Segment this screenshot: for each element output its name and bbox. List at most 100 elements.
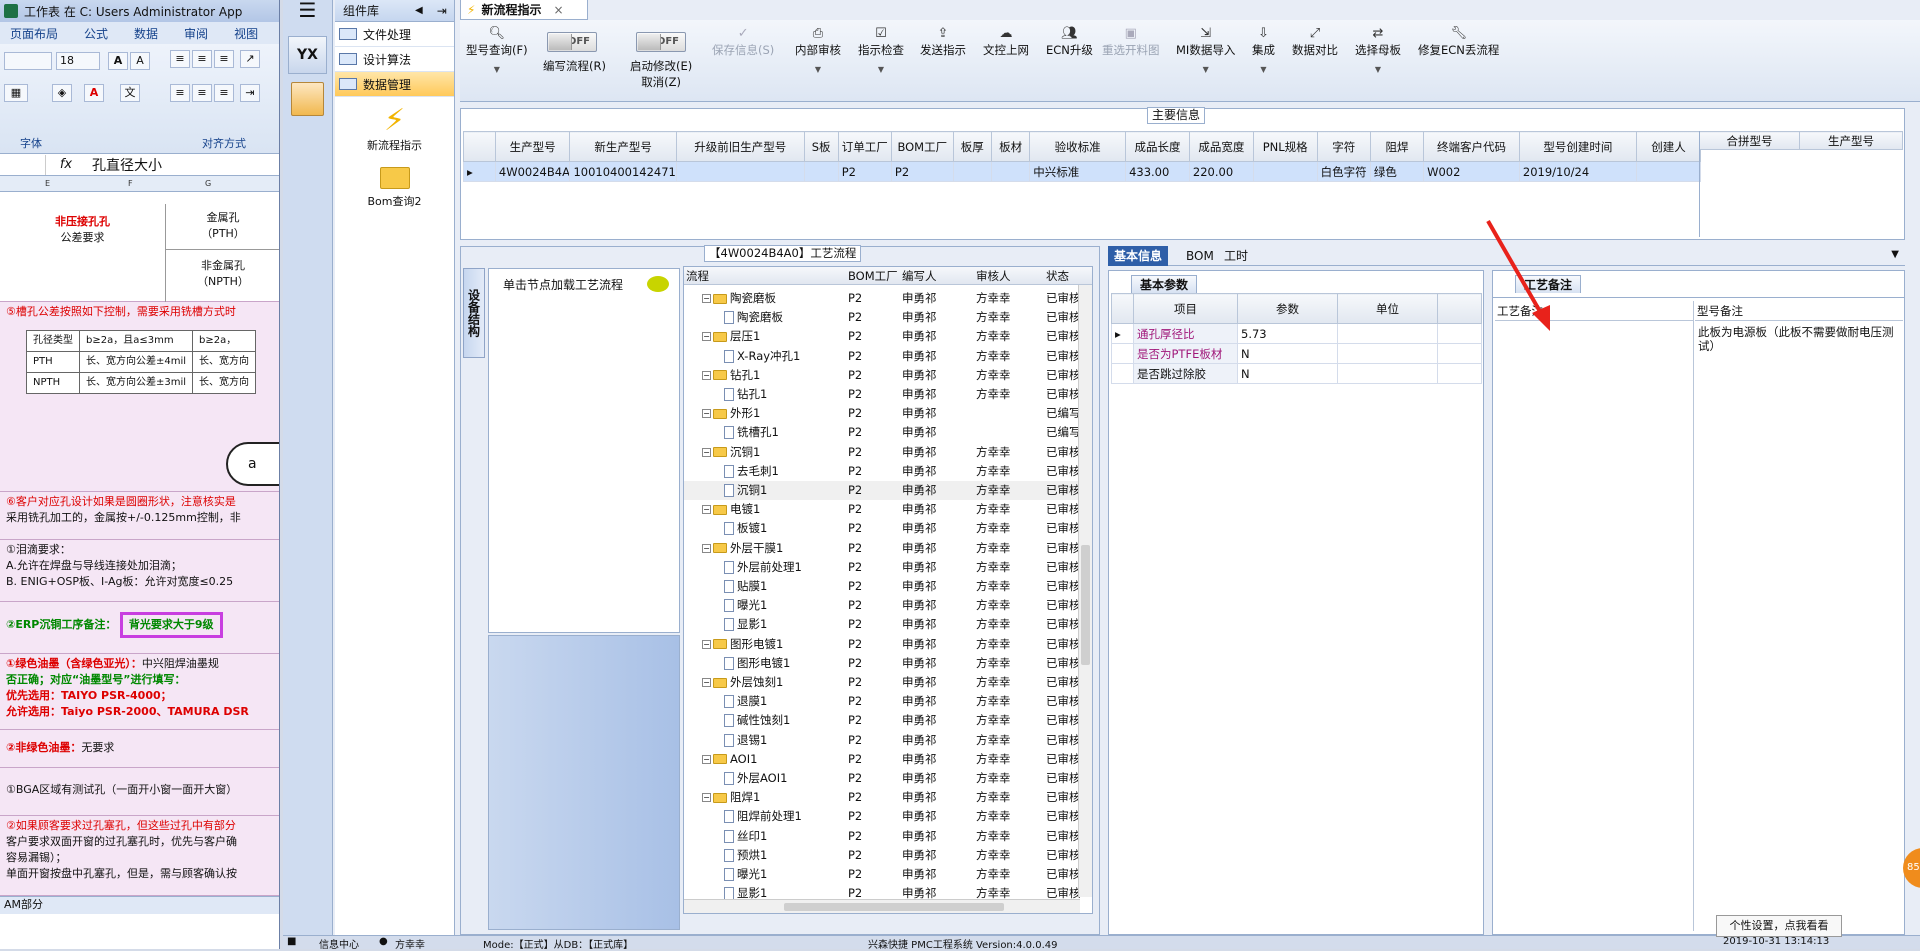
name-box[interactable] (0, 154, 46, 175)
align-left-icon[interactable]: ≡ (170, 84, 190, 102)
fix-ecn-button[interactable]: 🔧︎ 修复ECN丢流程 (1418, 26, 1499, 58)
main-cell-6[interactable] (952, 161, 992, 182)
tree-row[interactable]: 去毛刺1 P2 申勇祁 方幸幸 已审核 (684, 462, 1092, 481)
main-cell-1[interactable]: 10010400142471 (569, 161, 677, 182)
tree-row[interactable]: 曝光1 P2 申勇祁 方幸幸 已审核 (684, 596, 1092, 615)
param-col-value[interactable]: 参数 (1237, 293, 1338, 324)
merge-col-1[interactable]: 生产型号 (1799, 131, 1903, 150)
main-cell-8[interactable]: 中兴标准 (1029, 161, 1127, 182)
fx-icon[interactable]: fx (46, 157, 86, 172)
tree-node[interactable]: − 图形电镀1 (702, 635, 842, 654)
main-cell-11[interactable] (1252, 161, 1318, 182)
collapse-icon[interactable]: − (702, 639, 711, 649)
param-row[interactable]: ▸ 通孔厚径比 5.73 (1111, 323, 1482, 344)
param-col-unit[interactable]: 单位 (1337, 293, 1438, 324)
main-col-16[interactable]: 创建人 (1635, 131, 1702, 162)
align-bottom-icon[interactable]: ≡ (214, 50, 234, 68)
collapse-icon[interactable]: − (702, 678, 711, 687)
tree-row[interactable]: 铣槽孔1 P2 申勇祁 已编写 (684, 423, 1092, 442)
tree-row[interactable]: − 沉铜1 P2 申勇祁 方幸幸 已审核 (684, 443, 1092, 462)
tab-bom[interactable]: BOM (1180, 246, 1220, 266)
main-cell-5[interactable]: P2 (890, 161, 954, 182)
collapse-icon[interactable]: − (702, 294, 711, 303)
main-cell-12[interactable]: 白色字符 (1316, 161, 1371, 182)
main-col-13[interactable]: 阻焊 (1369, 131, 1425, 162)
tree-col-writer[interactable]: 编写人 (902, 268, 937, 284)
main-col-4[interactable]: 订单工厂 (837, 131, 892, 162)
status-info-icon[interactable]: ■ (287, 936, 296, 947)
tree-hscroll-thumb[interactable] (784, 903, 1004, 911)
main-col-2[interactable]: 升级前旧生产型号 (675, 131, 805, 162)
tree-row[interactable]: − 外层干膜1 P2 申勇祁 方幸幸 已审核 (684, 539, 1092, 558)
tree-col-status[interactable]: 状态 (1046, 268, 1069, 284)
tree-row[interactable]: 钻孔1 P2 申勇祁 方幸幸 已审核 (684, 385, 1092, 404)
tree-row[interactable]: 外层前处理1 P2 申勇祁 方幸幸 已审核 (684, 558, 1092, 577)
save-info-button[interactable]: ✓ 保存信息(S) (712, 26, 774, 58)
tree-node[interactable]: − 阻焊1 (702, 788, 842, 807)
main-cell-3[interactable] (803, 161, 839, 182)
tree-row[interactable]: 沉铜1 P2 申勇祁 方幸幸 已审核 (684, 481, 1092, 500)
tree-row[interactable]: − 层压1 P2 申勇祁 方幸幸 已审核 (684, 327, 1092, 346)
tree-node[interactable]: − 外形1 (702, 404, 842, 423)
param-row[interactable]: 是否跳过除胶 N (1111, 363, 1482, 384)
tree-col-flow[interactable]: 流程 (686, 268, 709, 284)
border-icon[interactable]: ▦ (4, 84, 28, 102)
model-query-button[interactable]: 🔍︎ 型号查询(F) ▼ (466, 26, 528, 78)
close-icon[interactable]: × (553, 3, 563, 17)
internal-audit-button[interactable]: ⎙ 内部审核 ▼ (795, 26, 841, 78)
tree-row[interactable]: − 图形电镀1 P2 申勇祁 方幸幸 已审核 (684, 635, 1092, 654)
panel-item-data[interactable]: 数据管理 (335, 72, 454, 97)
tree-node[interactable]: 碱性蚀刻1 (724, 711, 842, 730)
info-menu-dropdown-icon[interactable]: ▼ (1891, 249, 1899, 260)
calculator-icon[interactable] (291, 82, 324, 116)
tree-row[interactable]: − 外形1 P2 申勇祁 已编写 (684, 404, 1092, 423)
collapse-icon[interactable]: − (702, 447, 711, 457)
panel-item-algo[interactable]: 设计算法 (335, 47, 454, 72)
send-indicate-button[interactable]: ⇪ 发送指示 (920, 26, 966, 58)
tree-row[interactable]: − 电镀1 P2 申勇祁 方幸幸 已审核 (684, 500, 1092, 519)
tree-col-reviewer[interactable]: 审核人 (976, 268, 1011, 284)
tree-scroll-thumb[interactable] (1081, 545, 1090, 665)
merge-col-0[interactable]: 合拼型号 (1699, 131, 1800, 150)
main-info-row[interactable]: ▸ 4W0024B4A0 10010400142471 P2 P2 中兴标准 433.00 2… (463, 161, 1702, 182)
data-compare-button[interactable]: ⤢ 数据对比 (1292, 26, 1338, 58)
tool-new-flow[interactable]: ⚡ 新流程指示 (335, 105, 454, 153)
align-center-icon[interactable]: ≡ (192, 84, 212, 102)
tree-row[interactable]: 陶瓷磨板 P2 申勇祁 方幸幸 已审核 (684, 308, 1092, 327)
tree-col-bom[interactable]: BOM工厂 (848, 268, 898, 284)
excel-tab-page-layout[interactable]: 页面布局 (10, 25, 58, 42)
tool-bom-query[interactable]: Bom查询2 (335, 167, 454, 209)
param-value[interactable]: N (1237, 343, 1338, 364)
redraw-cut-button[interactable]: ▣ 重选开料图 (1102, 26, 1160, 58)
col-g[interactable]: G (205, 179, 211, 188)
main-cell-10[interactable]: 220.00 (1188, 161, 1254, 182)
ecn-upgrade-button[interactable]: 👥︎ ECN升级 (1046, 26, 1093, 58)
tree-row[interactable]: 碱性蚀刻1 P2 申勇祁 方幸幸 已审核 (684, 711, 1092, 730)
main-col-11[interactable]: PNL规格 (1252, 131, 1318, 162)
tree-node[interactable]: 阻焊前处理1 (724, 807, 842, 826)
tree-row[interactable]: − 阻焊1 P2 申勇祁 方幸幸 已审核 (684, 788, 1092, 807)
tree-node[interactable]: X-Ray冲孔1 (724, 347, 842, 366)
fill-color-icon[interactable]: ◈ (52, 84, 72, 102)
tab-basic-param[interactable]: 基本参数 (1131, 275, 1198, 293)
tree-node[interactable]: 曝光1 (724, 865, 842, 884)
orientation-icon[interactable]: ↗ (240, 50, 260, 68)
main-col-3[interactable]: S板 (803, 131, 839, 162)
main-col-0[interactable]: 生产型号 (494, 131, 571, 162)
align-middle-icon[interactable]: ≡ (192, 50, 212, 68)
main-cell-14[interactable]: W002 (1423, 161, 1520, 182)
tree-node[interactable]: − AOI1 (702, 750, 842, 769)
select-master-button[interactable]: ⇄ 选择母板 ▼ (1355, 26, 1401, 78)
main-cell-15[interactable]: 2019/10/24 (1518, 161, 1637, 182)
tree-horizontal-scrollbar[interactable] (684, 899, 1080, 913)
tree-row[interactable]: 丝印1 P2 申勇祁 方幸幸 已审核 (684, 827, 1092, 846)
tree-node[interactable]: 退锡1 (724, 731, 842, 750)
tree-node[interactable]: 丝印1 (724, 827, 842, 846)
panel-pin-icon[interactable]: ⇥ (437, 4, 447, 18)
model-remark-text[interactable]: 此板为电源板（此板不需要做耐电压测试） (1698, 325, 1898, 353)
tree-row[interactable]: 预烘1 P2 申勇祁 方幸幸 已审核 (684, 846, 1092, 865)
tree-row[interactable]: − 陶瓷磨板 P2 申勇祁 方幸幸 已审核 (684, 289, 1092, 308)
tree-row[interactable]: 贴膜1 P2 申勇祁 方幸幸 已审核 (684, 577, 1092, 596)
main-cell-16[interactable] (1635, 161, 1702, 182)
col-f[interactable]: F (128, 179, 133, 188)
